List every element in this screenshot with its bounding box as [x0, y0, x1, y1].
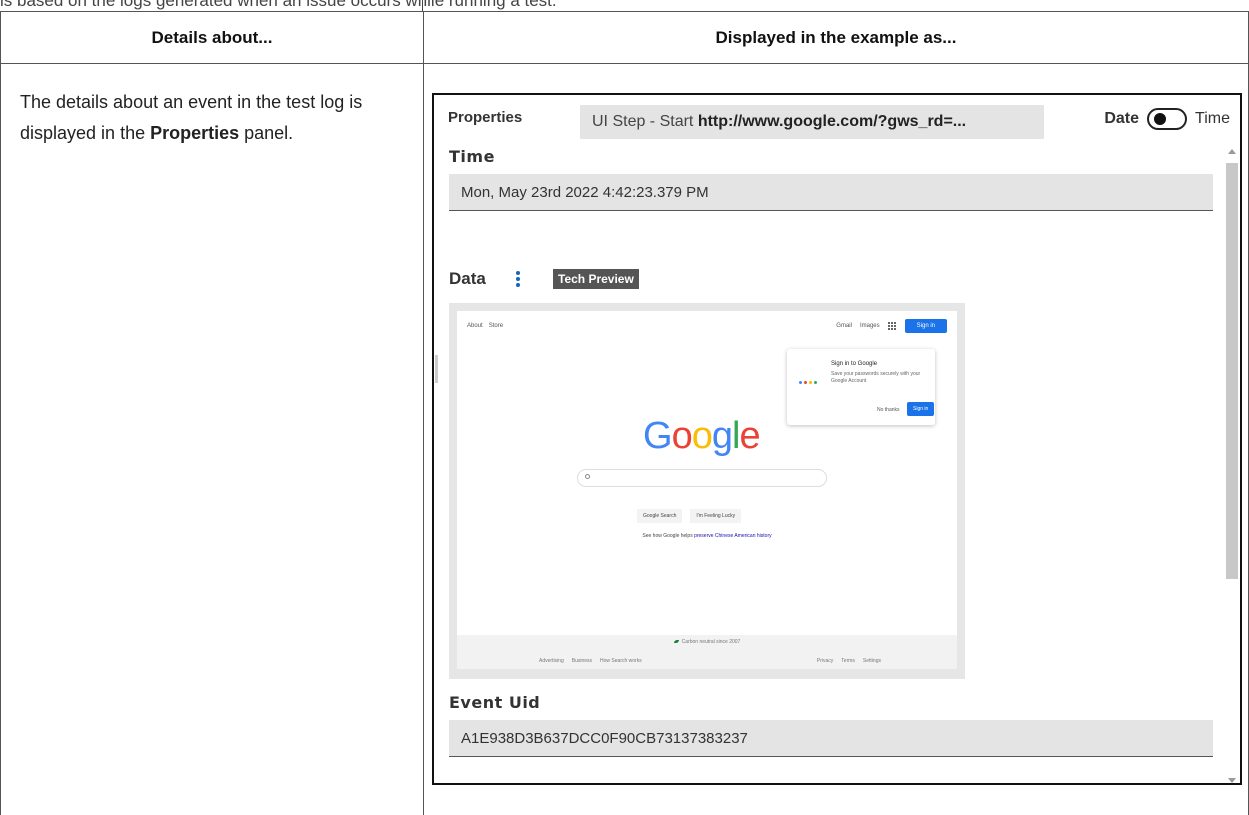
resize-handle[interactable] [435, 355, 438, 383]
footer-settings: Settings [862, 658, 881, 664]
logo-letter: o [671, 415, 693, 457]
screenshot-thumbnail[interactable]: About Store Gmail Images Sign in Sign in [449, 303, 965, 679]
column-divider [423, 12, 424, 815]
step-url: http://www.google.com/?gws_rd=... [697, 113, 967, 130]
footer-terms: Terms [841, 658, 855, 664]
time-label: Time [449, 147, 495, 166]
footer-advertising: Advertising [539, 658, 564, 664]
popup-sign-in: Sign in [907, 402, 935, 416]
google-help-line: See how Google helps preserve Chinese Am… [457, 533, 957, 539]
kebab-menu-icon[interactable] [511, 269, 525, 289]
footer-left-links: Advertising Business How Search works [539, 658, 642, 664]
feeling-lucky-button: I'm Feeling Lucky [690, 509, 742, 523]
header-displayed-as: Displayed in the example as... [715, 28, 957, 47]
leaf-icon [673, 640, 679, 643]
scroll-down-arrow-icon[interactable] [1228, 778, 1236, 783]
data-section-header: Data Tech Preview [449, 269, 639, 289]
google-logo: Google [643, 415, 761, 458]
details-table: Details about... Displayed in the exampl… [0, 11, 1249, 815]
google-top-right-bar: Gmail Images Sign in [836, 319, 947, 333]
search-icon [585, 474, 590, 479]
cut-off-text-line: is based on the logs generated when an i… [0, 0, 557, 10]
logo-letter: o [691, 415, 713, 457]
google-search-buttons: Google Search I'm Feeling Lucky [637, 509, 742, 523]
popup-text: Save your passwords securely with your G… [831, 371, 921, 384]
toggle-date-label: Date [1104, 110, 1140, 127]
footer-how-search-works: How Search works [600, 658, 642, 664]
carbon-neutral-line: Carbon neutral since 2007 [457, 639, 957, 645]
google-footer: Carbon neutral since 2007 Advertising Bu… [457, 635, 957, 669]
panel-title: Properties [448, 109, 523, 126]
footer-right-links: Privacy Terms Settings [817, 658, 881, 664]
tech-preview-badge: Tech Preview [553, 269, 639, 289]
google-top-left-links: About Store [467, 323, 503, 329]
apps-grid-icon [887, 321, 897, 331]
desc-properties-bold: Properties [150, 123, 240, 143]
logo-letter: G [643, 415, 673, 457]
footer-business: Business [571, 658, 593, 664]
time-value: Mon, May 23rd 2022 4:42:23.379 PM [449, 174, 1213, 211]
logo-letter: g [711, 415, 733, 457]
properties-panel: Properties UI Step - Start http://www.go… [432, 93, 1242, 785]
date-time-toggle[interactable] [1147, 108, 1188, 130]
event-uid-label: Event Uid [449, 693, 541, 712]
table-header-row: Details about... Displayed in the exampl… [1, 12, 1248, 64]
step-selector[interactable]: UI Step - Start http://www.google.com/?g… [580, 105, 1044, 139]
google-store-link: Store [488, 323, 504, 329]
toggle-knob [1154, 113, 1167, 125]
properties-panel-header: Properties UI Step - Start http://www.go… [434, 95, 1240, 143]
data-label: Data [449, 269, 486, 288]
date-time-toggle-group: Date Time [1104, 108, 1230, 130]
popup-no-thanks: No thanks [877, 407, 900, 413]
properties-panel-body: Time Mon, May 23rd 2022 4:42:23.379 PM D… [434, 143, 1226, 783]
google-gmail-link: Gmail [836, 323, 852, 329]
carbon-text: Carbon neutral since 2007 [681, 639, 741, 645]
event-uid-value: A1E938D3B637DCC0F90CB73137383237 [449, 720, 1213, 757]
footer-privacy: Privacy [816, 658, 834, 664]
toggle-time-label: Time [1195, 110, 1230, 127]
scroll-up-arrow-icon[interactable] [1228, 149, 1236, 154]
google-search-box [577, 469, 827, 487]
panel-scrollbar[interactable] [1224, 147, 1240, 783]
popup-title: Sign in to Google [831, 361, 878, 367]
google-images-link: Images [859, 323, 880, 329]
scrollbar-thumb[interactable] [1226, 163, 1238, 579]
details-description: The details about an event in the test l… [20, 87, 415, 149]
logo-letter: e [739, 415, 760, 457]
google-sign-in-button: Sign in [904, 319, 947, 333]
google-sign-in-popup: Sign in to Google Save your passwords se… [787, 349, 935, 425]
help-text: See how Google helps [642, 533, 695, 539]
google-search-button: Google Search [637, 509, 683, 523]
header-details-about: Details about... [151, 28, 273, 47]
google-homepage-capture: About Store Gmail Images Sign in Sign in [457, 311, 957, 669]
step-prefix: UI Step - Start [592, 113, 698, 130]
google-about-link: About [467, 323, 483, 329]
help-link: preserve Chinese American history [694, 533, 772, 539]
google-dots-icon [799, 381, 817, 384]
desc-text-end: panel. [239, 123, 294, 143]
